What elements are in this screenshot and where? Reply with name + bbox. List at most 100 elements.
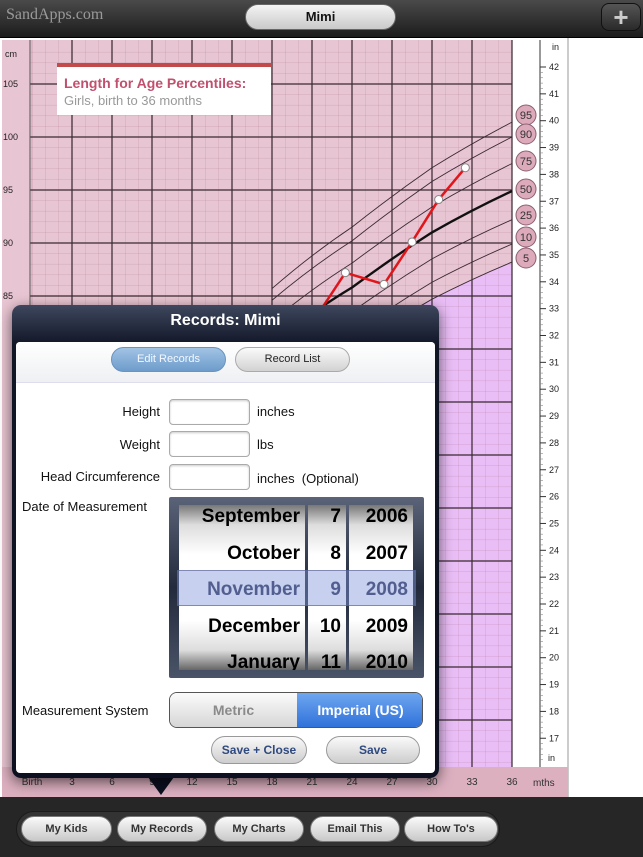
my-records-button[interactable]: My Records [117, 816, 207, 842]
weight-unit: lbs [257, 437, 274, 452]
y-tick-in: 27 [549, 465, 559, 475]
percentile-badge-label: 75 [520, 156, 532, 168]
y-tick-in: 39 [549, 143, 559, 153]
x-tick: 12 [186, 777, 198, 788]
x-tick: 3 [69, 777, 75, 788]
percentile-badge-label: 50 [520, 184, 532, 196]
picker-selection-band [177, 570, 416, 606]
tab-edit-records[interactable]: Edit Records [111, 347, 226, 372]
height-unit: inches [257, 404, 295, 419]
date-label: Date of Measurement [22, 499, 148, 514]
percentile-badge-label: 90 [520, 129, 532, 141]
y-tick-in: 18 [549, 706, 559, 716]
x-tick: 6 [109, 777, 115, 788]
y-tick-cm: 105 [3, 79, 18, 89]
y-tick-in: 35 [549, 250, 559, 260]
picker-year[interactable]: 2009 [349, 614, 413, 640]
chart-title: Length for Age Percentiles: [64, 75, 246, 91]
add-child-button[interactable]: + [601, 3, 641, 31]
popover-content: Edit Records Record List Height inches W… [16, 342, 435, 773]
measurement-system-label: Measurement System [22, 703, 149, 718]
x-tick: 18 [266, 777, 278, 788]
imperial-option[interactable]: Imperial (US) [297, 693, 422, 727]
brand-logo: SandApps.com [6, 6, 104, 23]
child-selector-button[interactable]: Mimi [245, 4, 396, 30]
picker-year[interactable]: 2007 [349, 541, 413, 567]
height-input[interactable] [169, 399, 250, 425]
right-axis-strip [512, 40, 540, 767]
y-axis-unit-cm: cm [5, 49, 17, 59]
x-tick: 33 [466, 777, 478, 788]
picker-month[interactable]: September [179, 505, 305, 530]
y-tick-in: 19 [549, 680, 559, 690]
percentile-badge-label: 10 [520, 232, 532, 244]
y-tick-in: 25 [549, 518, 559, 528]
picker-month[interactable]: December [179, 614, 305, 640]
y-tick-in: 42 [549, 62, 559, 72]
x-tick: 30 [426, 777, 438, 788]
picker-year[interactable]: 2010 [349, 650, 413, 670]
head-circumference-input[interactable] [169, 464, 250, 490]
y-tick-in: 40 [549, 116, 559, 126]
measurement-point [340, 268, 350, 278]
email-this-button[interactable]: Email This [310, 816, 400, 842]
head-circumference-label: Head Circumference [40, 469, 160, 484]
my-kids-button[interactable]: My Kids [21, 816, 112, 842]
x-tick: 15 [226, 777, 238, 788]
x-tick: 36 [506, 777, 518, 788]
measurement-point [460, 163, 470, 173]
popover-arrow [148, 777, 174, 795]
head-circumference-unit: inches (Optional) [257, 471, 359, 486]
chart-title-bar [57, 63, 271, 67]
y-tick-in: 32 [549, 331, 559, 341]
y-axis-unit-in-bottom: in [548, 753, 555, 763]
percentile-badge-label: 25 [520, 210, 532, 222]
y-tick-in: 17 [549, 733, 559, 743]
save-close-button[interactable]: Save + Close [211, 736, 307, 764]
tab-record-list[interactable]: Record List [235, 347, 350, 372]
popover-title: Records: Mimi [170, 312, 281, 329]
y-tick-in: 33 [549, 304, 559, 314]
picker-day[interactable]: 11 [308, 650, 346, 670]
metric-option[interactable]: Metric [170, 693, 297, 727]
y-tick-cm: 90 [3, 238, 13, 248]
y-tick-in: 37 [549, 196, 559, 206]
y-tick-cm: 95 [3, 185, 13, 195]
percentile-badge-label: 5 [523, 253, 529, 265]
save-button[interactable]: Save [326, 736, 420, 764]
y-tick-in: 29 [549, 411, 559, 421]
picker-month[interactable]: October [179, 541, 305, 567]
measurement-point [407, 237, 417, 247]
height-label: Height [122, 404, 160, 419]
y-axis-unit-in: in [552, 42, 559, 52]
x-tick: 24 [346, 777, 358, 788]
y-tick-in: 36 [549, 223, 559, 233]
weight-label: Weight [119, 437, 160, 452]
how-tos-button[interactable]: How To's [404, 816, 498, 842]
y-tick-in: 22 [549, 599, 559, 609]
my-charts-button[interactable]: My Charts [214, 816, 304, 842]
y-tick-in: 31 [549, 357, 559, 367]
y-tick-in: 23 [549, 572, 559, 582]
picker-day[interactable]: 8 [308, 541, 346, 567]
y-tick-in: 38 [549, 169, 559, 179]
measurement-point [434, 195, 444, 205]
picker-month[interactable]: January [179, 650, 305, 670]
y-tick-in: 20 [549, 653, 559, 663]
records-popover: Records: Mimi Edit Records Record List H… [12, 305, 439, 778]
weight-input[interactable] [169, 431, 250, 457]
plus-icon: + [613, 2, 629, 32]
picker-year[interactable]: 2006 [349, 505, 413, 530]
x-tick: 21 [306, 777, 318, 788]
measurement-system-control[interactable]: Metric Imperial (US) [169, 692, 423, 728]
y-tick-in: 26 [549, 492, 559, 502]
y-tick-in: 30 [549, 384, 559, 394]
measurement-point [379, 279, 389, 289]
y-tick-in: 41 [549, 89, 559, 99]
y-tick-in: 24 [549, 545, 559, 555]
chart-margin [568, 38, 643, 797]
date-picker[interactable]: September October November December Janu… [169, 497, 424, 678]
picker-day[interactable]: 7 [308, 505, 346, 530]
x-tick: 27 [386, 777, 398, 788]
picker-day[interactable]: 10 [308, 614, 346, 640]
